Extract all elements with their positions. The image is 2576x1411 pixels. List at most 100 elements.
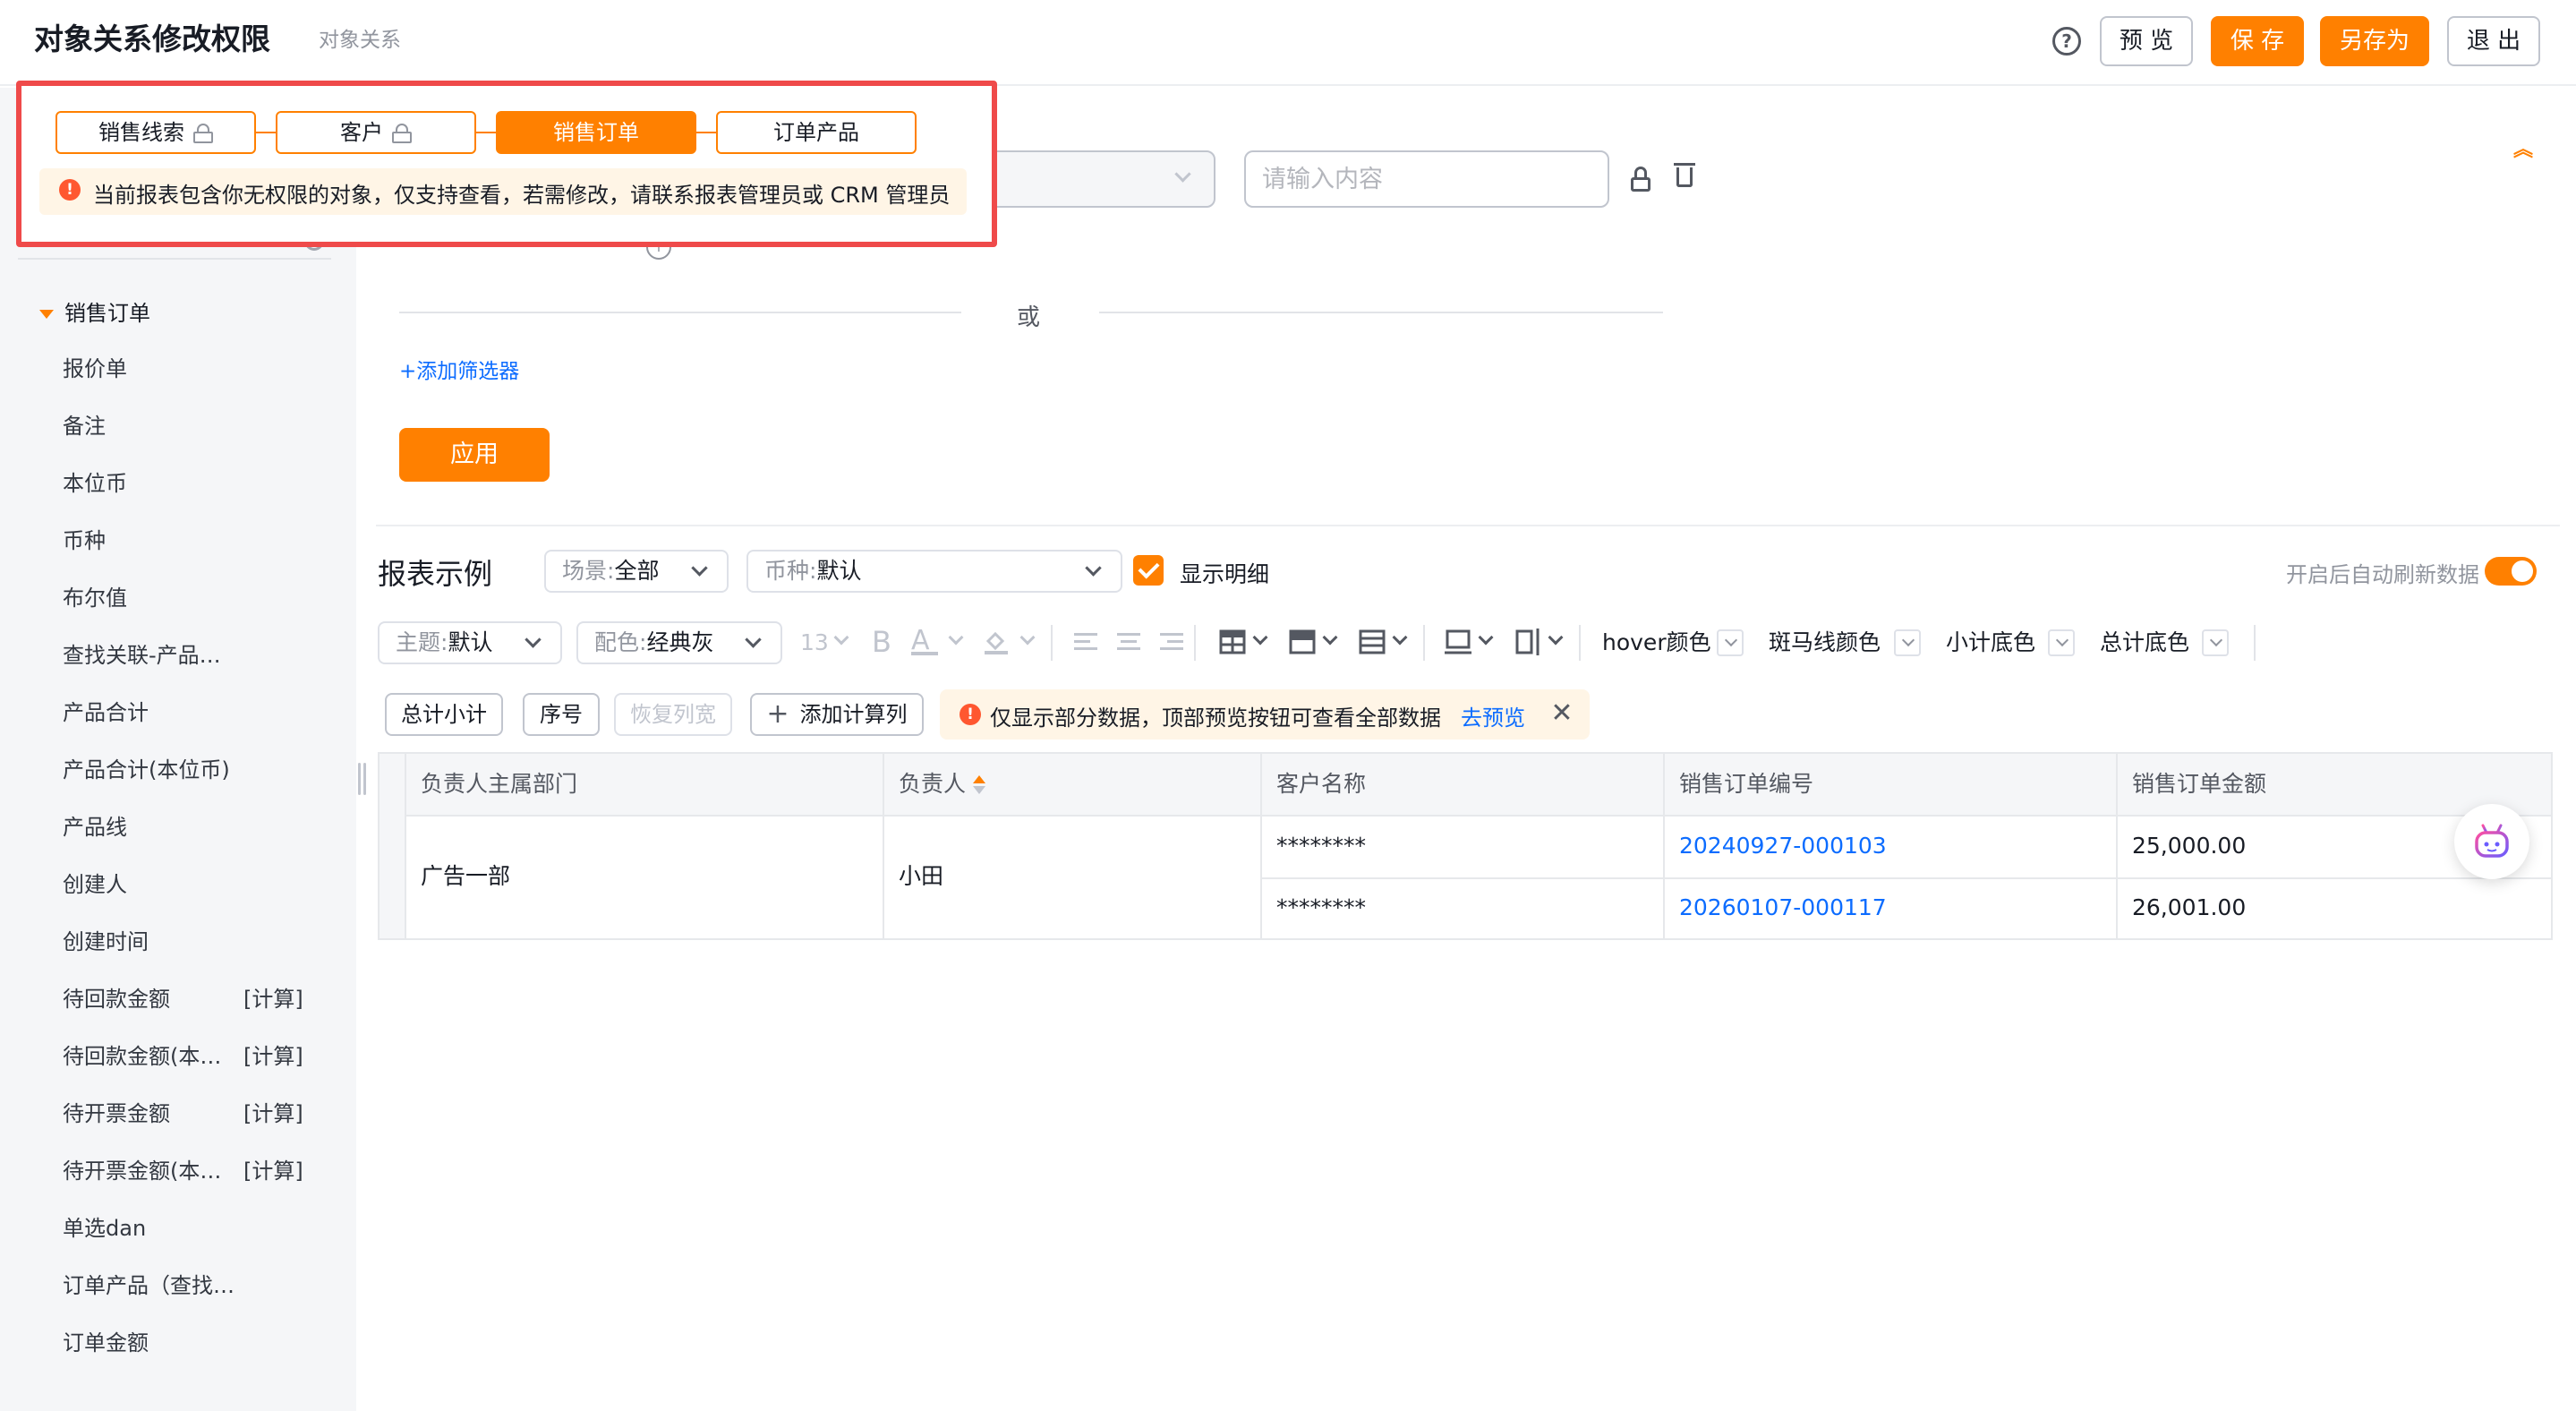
sidebar-item-label: 备注 <box>63 414 106 439</box>
hover-color-picker[interactable] <box>1717 629 1744 656</box>
operator-select[interactable]: F <box>967 150 1215 208</box>
sidebar-item-label: 产品线 <box>63 815 127 840</box>
toolbar-separator <box>1579 625 1581 661</box>
object-step-sales-order[interactable]: 销售订单 <box>496 111 696 154</box>
resize-handle[interactable] <box>356 763 369 795</box>
sidebar-item[interactable]: 待开票金额 [计算] <box>63 1096 331 1132</box>
sidebar-item[interactable]: 本位币 <box>63 466 331 501</box>
sidebar-item[interactable]: 订单金额 <box>63 1325 331 1361</box>
sidebar-item[interactable]: 待开票金额(本位币) [计算] <box>63 1153 331 1189</box>
exit-button[interactable]: 退 出 <box>2447 16 2540 66</box>
table-cell-order-no[interactable]: 20240927-000103 <box>1665 817 2118 879</box>
chevron-down-icon <box>1019 629 1036 646</box>
bold-icon[interactable]: B <box>872 628 899 656</box>
freeze-row-icon[interactable] <box>1445 629 1471 655</box>
step-connector <box>256 132 276 133</box>
chevron-down-icon <box>745 631 762 648</box>
sidebar-item[interactable]: 币种 <box>63 523 331 559</box>
font-size-select[interactable]: 13 <box>800 627 829 659</box>
preview-button[interactable]: 预 览 <box>2100 16 2193 66</box>
lock-icon[interactable] <box>1631 167 1651 192</box>
theme-select[interactable]: 主题:默认 <box>378 621 562 664</box>
object-step-customer[interactable]: 客户 <box>276 111 476 154</box>
sidebar-item-tag: [计算] <box>243 1159 303 1184</box>
add-filter-link[interactable]: +添加筛选器 <box>399 354 519 384</box>
toolbar-separator <box>1194 625 1196 661</box>
sidebar-group-sales-order[interactable]: 销售订单 <box>39 295 150 327</box>
scene-select[interactable]: 场景:全部 <box>544 550 729 593</box>
chevron-down-icon <box>948 629 964 646</box>
index-button[interactable]: 序号 <box>523 693 600 736</box>
align-center-icon[interactable] <box>1115 629 1142 655</box>
total-color-picker[interactable] <box>2202 629 2229 656</box>
sidebar-item[interactable]: 创建人 <box>63 867 331 902</box>
sidebar-item[interactable]: 订单产品（查找关联） <box>63 1268 331 1304</box>
font-color-icon[interactable]: A <box>911 628 938 655</box>
object-step-sales-lead[interactable]: 销售线索 <box>55 111 256 154</box>
toolbar-separator <box>2254 625 2256 661</box>
restore-width-button[interactable]: 恢复列宽 <box>614 693 732 736</box>
apply-button[interactable]: 应用 <box>399 428 550 482</box>
column-header[interactable]: 负责人主属部门 <box>406 752 884 817</box>
add-calc-column-button[interactable]: + 添加计算列 <box>750 693 924 736</box>
double-chevron-up-icon[interactable]: ︽ <box>2513 141 2533 167</box>
sidebar-item[interactable]: 待回款金额 [计算] <box>63 981 331 1017</box>
table-border-icon[interactable] <box>1219 629 1246 655</box>
filter-value-input[interactable] <box>1244 150 1609 208</box>
header: 对象关系修改权限 对象关系 ? 预 览 保 存 另存为 退 出 <box>0 0 2576 86</box>
warning-icon: ! <box>960 704 981 725</box>
warning-icon: ! <box>59 179 81 201</box>
lock-icon <box>193 124 213 143</box>
freeze-column-icon[interactable] <box>1514 629 1541 655</box>
sidebar-item-label: 待回款金额 <box>63 987 170 1012</box>
show-detail-label: 显示明细 <box>1180 561 1270 587</box>
chevron-down-icon <box>1478 629 1494 646</box>
assistant-bot-icon[interactable] <box>2454 804 2529 879</box>
zebra-color-picker[interactable] <box>1894 629 1921 656</box>
header-style-icon[interactable] <box>1289 629 1316 655</box>
object-step-order-product[interactable]: 订单产品 <box>716 111 917 154</box>
caret-down-icon <box>39 310 54 319</box>
sidebar-item[interactable]: 单选dan <box>63 1210 331 1246</box>
chevron-down-icon <box>1548 629 1564 646</box>
sidebar-item-label: 订单金额 <box>63 1330 149 1355</box>
color-scheme-select[interactable]: 配色:经典灰 <box>576 621 782 664</box>
currency-select[interactable]: 币种:默认 <box>746 550 1122 593</box>
report-title: 报表示例 <box>378 557 493 591</box>
zebra-color-label: 斑马线颜色 <box>1769 629 1881 655</box>
table-cell-customer: ******** <box>1262 879 1665 940</box>
subtotal-button[interactable]: 总计小计 <box>385 693 503 736</box>
sidebar-item[interactable]: 待回款金额(本位币) [计算] <box>63 1039 331 1074</box>
close-icon[interactable]: ✕ <box>1547 698 1577 729</box>
sidebar-item[interactable]: 产品线 <box>63 809 331 845</box>
sidebar-item[interactable]: 产品合计(本位币) <box>63 752 331 788</box>
table-cell-order-no[interactable]: 20260107-000117 <box>1665 879 2118 940</box>
column-header[interactable]: 负责人 <box>884 752 1262 817</box>
column-header[interactable]: 客户名称 <box>1262 752 1665 817</box>
show-detail-checkbox[interactable] <box>1133 555 1164 586</box>
row-style-icon[interactable] <box>1359 629 1386 655</box>
sidebar-item[interactable]: 报价单 <box>63 351 331 387</box>
trash-icon[interactable] <box>1674 161 1695 188</box>
sidebar-item[interactable]: 创建时间 <box>63 924 331 960</box>
sidebar-item[interactable]: 布尔值 <box>63 580 331 616</box>
sort-icon[interactable] <box>973 775 986 795</box>
align-right-icon[interactable] <box>1158 629 1185 655</box>
help-circle-icon[interactable]: ? <box>2052 27 2081 56</box>
sidebar-item[interactable]: 备注 <box>63 408 331 444</box>
column-header[interactable]: 销售订单编号 <box>1665 752 2118 817</box>
plus-icon: + <box>766 698 789 730</box>
lock-icon <box>392 124 412 143</box>
go-preview-link[interactable]: 去预览 <box>1461 700 1525 731</box>
save-as-button[interactable]: 另存为 <box>2320 16 2429 66</box>
chevron-down-icon <box>1322 629 1338 646</box>
save-button[interactable]: 保 存 <box>2211 16 2304 66</box>
fill-color-icon[interactable] <box>983 629 1010 655</box>
subtotal-color-picker[interactable] <box>2048 629 2075 656</box>
sidebar-item[interactable]: 产品合计 <box>63 695 331 731</box>
align-left-icon[interactable] <box>1072 629 1099 655</box>
total-color-label: 总计底色 <box>2100 629 2190 655</box>
subtotal-color-label: 小计底色 <box>1946 629 2036 655</box>
sidebar-item[interactable]: 查找关联-产品分类 <box>63 637 331 673</box>
auto-refresh-toggle[interactable] <box>2485 557 2537 586</box>
